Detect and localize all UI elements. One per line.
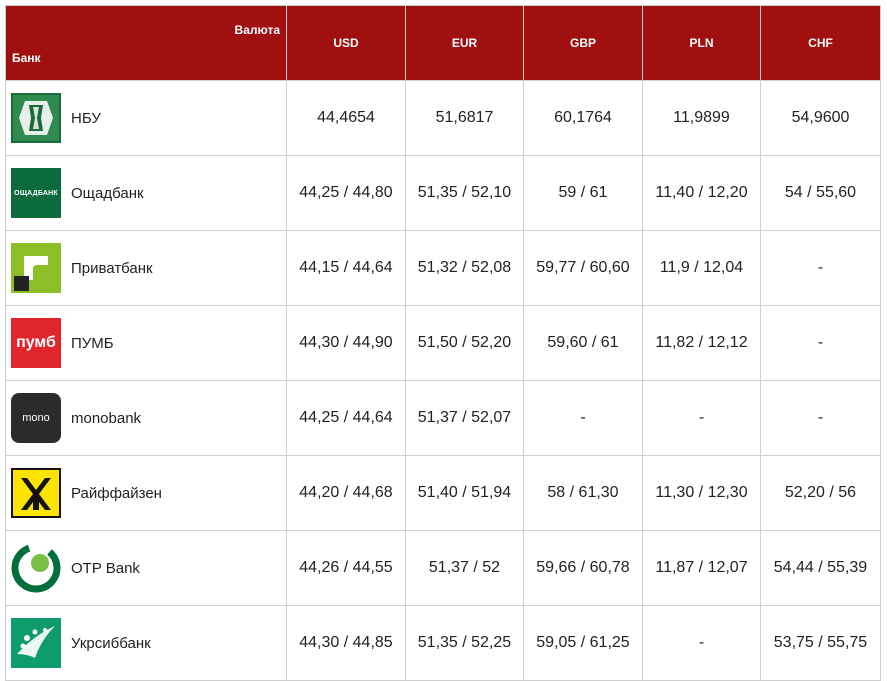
ukrsibbank-logo-icon <box>11 618 61 668</box>
rate-gbp: 60,1764 <box>523 80 643 156</box>
privatbank-logo-icon <box>11 243 61 293</box>
rate-chf: - <box>760 230 881 306</box>
otp-bank-logo-icon <box>11 543 61 593</box>
rate-eur: 51,32 / 52,08 <box>405 230 524 306</box>
rate-usd: 44,30 / 44,90 <box>286 305 406 381</box>
table-row: ОЩАДБАНК Ощадбанк 44,25 / 44,80 51,35 / … <box>5 155 881 231</box>
bank-cell: ОЩАДБАНК Ощадбанк <box>5 155 287 231</box>
table-row: Приватбанк 44,15 / 44,64 51,32 / 52,08 5… <box>5 230 881 306</box>
rate-usd: 44,26 / 44,55 <box>286 530 406 606</box>
bank-cell: НБУ <box>5 80 287 156</box>
rate-pln: - <box>642 380 761 456</box>
bank-cell: mono monobank <box>5 380 287 456</box>
table-row: Райффайзен 44,20 / 44,68 51,40 / 51,94 5… <box>5 455 881 531</box>
rate-chf: 53,75 / 55,75 <box>760 605 881 681</box>
rate-chf: - <box>760 305 881 381</box>
rate-eur: 51,35 / 52,25 <box>405 605 524 681</box>
rate-usd: 44,20 / 44,68 <box>286 455 406 531</box>
bank-cell: OTP Bank <box>5 530 287 606</box>
rate-pln: - <box>642 605 761 681</box>
rate-chf: 54 / 55,60 <box>760 155 881 231</box>
rate-usd: 44,25 / 44,64 <box>286 380 406 456</box>
rate-chf: - <box>760 380 881 456</box>
rate-chf: 54,44 / 55,39 <box>760 530 881 606</box>
rate-eur: 51,40 / 51,94 <box>405 455 524 531</box>
raiffeisen-logo-icon <box>11 468 61 518</box>
rate-gbp: 58 / 61,30 <box>523 455 643 531</box>
bank-name: Укрсиббанк <box>71 634 151 652</box>
header-gbp: GBP <box>523 5 643 81</box>
bank-cell: Приватбанк <box>5 230 287 306</box>
rate-gbp: - <box>523 380 643 456</box>
rate-usd: 44,15 / 44,64 <box>286 230 406 306</box>
bank-name: monobank <box>71 409 142 427</box>
rate-usd: 44,25 / 44,80 <box>286 155 406 231</box>
rate-eur: 51,37 / 52,07 <box>405 380 524 456</box>
rate-gbp: 59,60 / 61 <box>523 305 643 381</box>
exchange-rates-table: Валюта Банк USD EUR GBP PLN CHF НБУ 44,4… <box>5 5 881 681</box>
rate-gbp: 59,05 / 61,25 <box>523 605 643 681</box>
bank-name: Райффайзен <box>71 484 162 502</box>
table-row: mono monobank 44,25 / 44,64 51,37 / 52,0… <box>5 380 881 456</box>
bank-name: Ощадбанк <box>71 184 144 202</box>
pumb-logo-icon: пумб <box>11 318 61 368</box>
table-row: OTP Bank 44,26 / 44,55 51,37 / 52 59,66 … <box>5 530 881 606</box>
bank-name: OTP Bank <box>71 559 140 577</box>
header-usd: USD <box>286 5 406 81</box>
currency-column-label: Валюта <box>234 23 280 37</box>
table-row: НБУ 44,4654 51,6817 60,1764 11,9899 54,9… <box>5 80 881 156</box>
rate-usd: 44,30 / 44,85 <box>286 605 406 681</box>
bank-name: НБУ <box>71 109 101 127</box>
rate-pln: 11,30 / 12,30 <box>642 455 761 531</box>
bank-name: Приватбанк <box>71 259 153 277</box>
bank-cell: пумб ПУМБ <box>5 305 287 381</box>
monobank-logo-icon: mono <box>11 393 61 443</box>
nbu-logo-icon <box>11 93 61 143</box>
header-pln: PLN <box>642 5 761 81</box>
rate-pln: 11,82 / 12,12 <box>642 305 761 381</box>
oschadbank-logo-icon: ОЩАДБАНК <box>11 168 61 218</box>
rate-pln: 11,40 / 12,20 <box>642 155 761 231</box>
rate-pln: 11,9899 <box>642 80 761 156</box>
header-eur: EUR <box>405 5 524 81</box>
rate-eur: 51,50 / 52,20 <box>405 305 524 381</box>
bank-cell: Райффайзен <box>5 455 287 531</box>
rate-usd: 44,4654 <box>286 80 406 156</box>
rate-chf: 54,9600 <box>760 80 881 156</box>
table-row: Укрсиббанк 44,30 / 44,85 51,35 / 52,25 5… <box>5 605 881 681</box>
table-header-row: Валюта Банк USD EUR GBP PLN CHF <box>5 5 881 81</box>
rate-chf: 52,20 / 56 <box>760 455 881 531</box>
rate-pln: 11,9 / 12,04 <box>642 230 761 306</box>
rate-gbp: 59,66 / 60,78 <box>523 530 643 606</box>
bank-cell: Укрсиббанк <box>5 605 287 681</box>
rate-eur: 51,35 / 52,10 <box>405 155 524 231</box>
bank-name: ПУМБ <box>71 334 114 352</box>
rate-gbp: 59 / 61 <box>523 155 643 231</box>
header-chf: CHF <box>760 5 881 81</box>
header-corner-cell: Валюта Банк <box>5 5 287 81</box>
rate-gbp: 59,77 / 60,60 <box>523 230 643 306</box>
table-row: пумб ПУМБ 44,30 / 44,90 51,50 / 52,20 59… <box>5 305 881 381</box>
rate-eur: 51,37 / 52 <box>405 530 524 606</box>
rate-eur: 51,6817 <box>405 80 524 156</box>
bank-column-label: Банк <box>12 51 41 65</box>
rate-pln: 11,87 / 12,07 <box>642 530 761 606</box>
